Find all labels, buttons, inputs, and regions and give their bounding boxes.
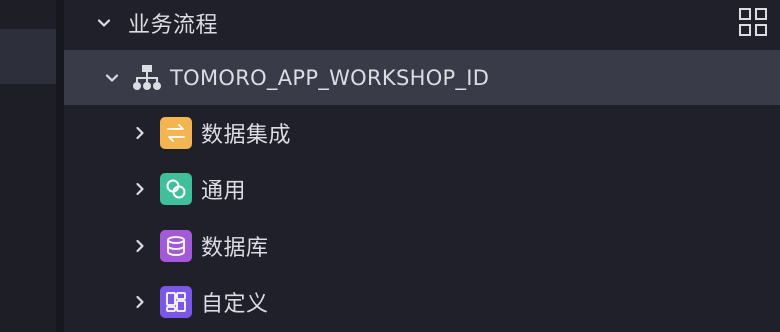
chevron-right-icon[interactable] xyxy=(130,179,150,199)
chevron-right-icon[interactable] xyxy=(130,236,150,256)
workflow-tree: 业务流程 TOMORO_APP_WORKSHOP_ID 数据集成 通用 数据库 … xyxy=(64,0,780,332)
tree-node-data-integration[interactable]: 数据集成 xyxy=(64,105,780,161)
chevron-right-icon[interactable] xyxy=(130,292,150,312)
tree-node-label: 通用 xyxy=(201,179,247,204)
tree-node-label: 业务流程 xyxy=(128,13,219,38)
data-integration-icon xyxy=(160,117,192,149)
tree-node-general[interactable]: 通用 xyxy=(64,161,780,217)
tree-node-label: 数据集成 xyxy=(201,123,292,148)
grid-icon[interactable] xyxy=(738,7,768,37)
general-icon xyxy=(160,173,192,205)
tree-node-custom[interactable]: 自定义 xyxy=(64,274,780,330)
tree-node-label: TOMORO_APP_WORKSHOP_ID xyxy=(170,65,490,90)
left-panel xyxy=(0,0,56,332)
chevron-right-icon[interactable] xyxy=(130,123,150,143)
tree-node-label: 数据库 xyxy=(201,236,269,261)
tree-node-database[interactable]: 数据库 xyxy=(64,218,780,274)
database-icon xyxy=(160,230,192,262)
chevron-down-icon[interactable] xyxy=(102,68,122,88)
tree-node-business-flow[interactable]: 业务流程 xyxy=(64,0,780,46)
workflow-tree-screen: 业务流程 TOMORO_APP_WORKSHOP_ID 数据集成 通用 数据库 … xyxy=(0,0,780,332)
custom-icon xyxy=(160,286,192,318)
tree-node-label: 自定义 xyxy=(201,292,269,317)
panel-divider[interactable] xyxy=(56,0,64,332)
sitemap-icon xyxy=(132,63,162,93)
left-panel-selected-row[interactable] xyxy=(0,29,56,84)
tree-node-project[interactable]: TOMORO_APP_WORKSHOP_ID xyxy=(64,50,780,105)
chevron-down-icon[interactable] xyxy=(94,13,114,33)
